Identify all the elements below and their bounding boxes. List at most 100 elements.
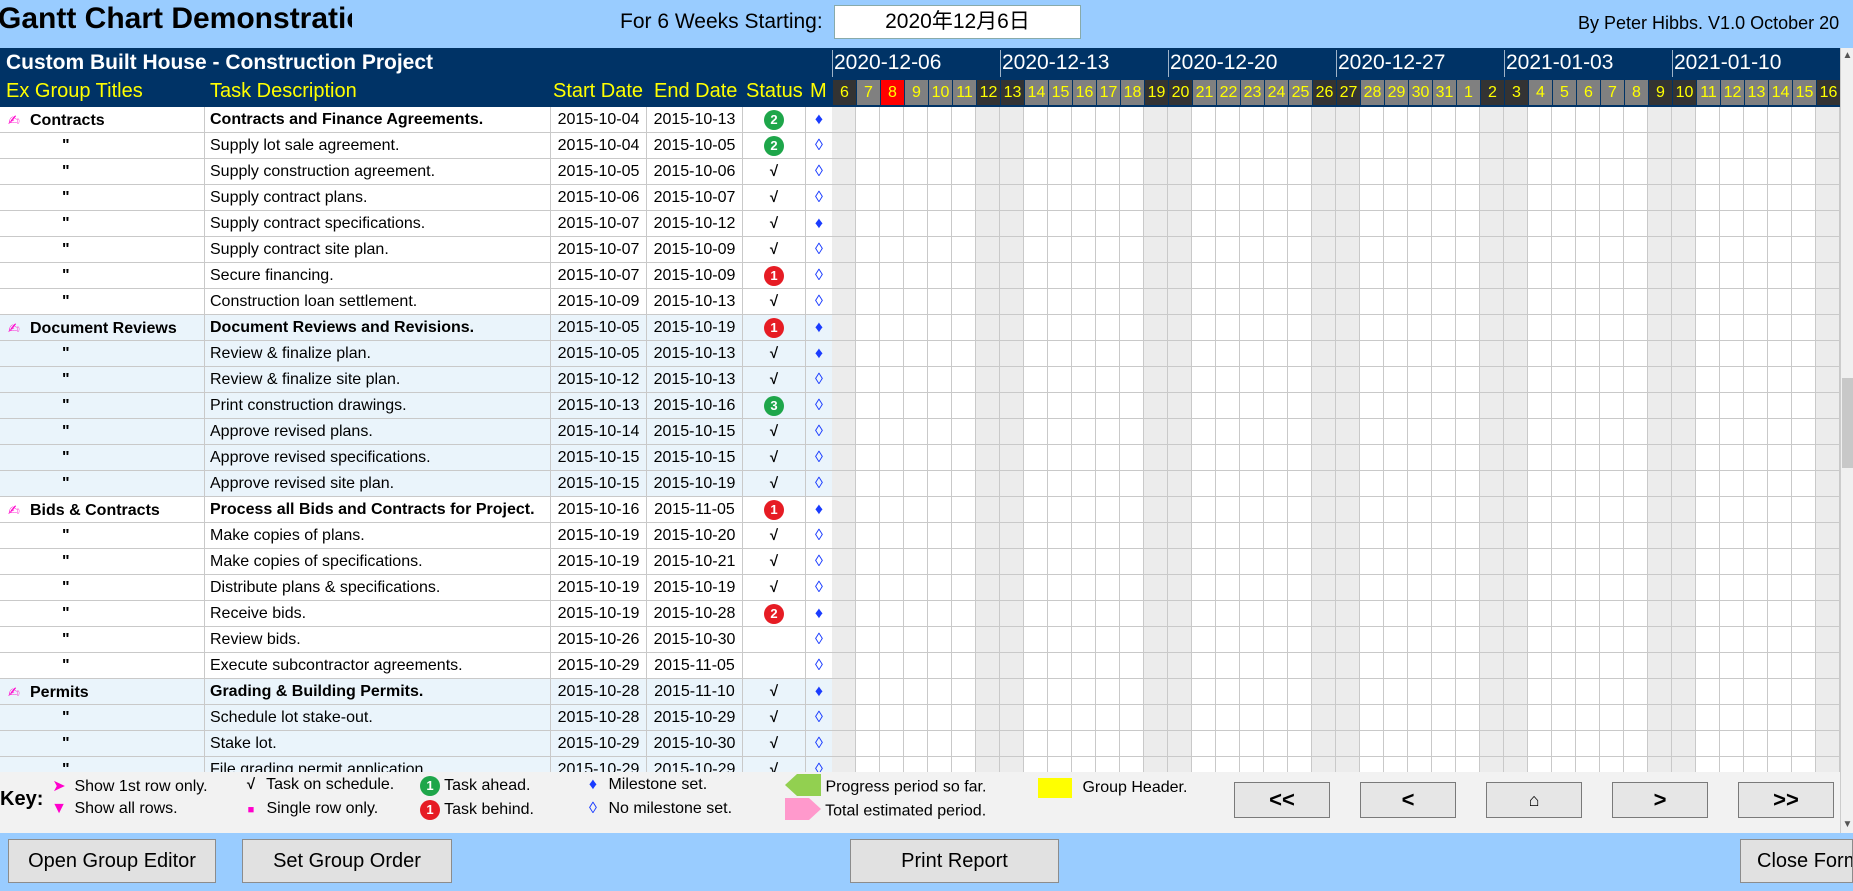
day-cell[interactable]: 17	[1097, 80, 1120, 105]
task-start-date-cell[interactable]: 2015-10-14	[551, 419, 647, 445]
first-page-button[interactable]: <<	[1234, 782, 1330, 818]
next-page-button[interactable]: >	[1612, 782, 1708, 818]
task-row[interactable]: ✍ Permits Grading & Building Permits. 2015-…	[0, 679, 832, 705]
task-description-cell[interactable]: Approve revised specifications.	[205, 445, 551, 471]
task-row[interactable]: " Approve revised site plan. 2015-10-15 201…	[0, 471, 832, 497]
task-start-date-cell[interactable]: 2015-10-29	[551, 757, 647, 772]
task-start-date-cell[interactable]: 2015-10-04	[551, 107, 647, 133]
task-status-cell[interactable]: √	[743, 757, 806, 772]
task-row[interactable]: " Approve revised plans. 2015-10-14 2015-10…	[0, 419, 832, 445]
task-row[interactable]: ✍ Document Reviews Document Reviews and Re…	[0, 315, 832, 341]
task-start-date-cell[interactable]: 2015-10-05	[551, 315, 647, 341]
task-group-cell[interactable]: "	[0, 289, 205, 315]
task-status-cell[interactable]: √	[743, 731, 806, 757]
task-end-date-cell[interactable]: 2015-10-29	[647, 705, 743, 731]
task-group-cell[interactable]: "	[0, 757, 205, 772]
task-description-cell[interactable]: Grading & Building Permits.	[205, 679, 551, 705]
day-cell[interactable]: 10	[1673, 80, 1696, 105]
milestone-outline-icon[interactable]: ◊	[806, 757, 832, 772]
day-cell[interactable]: 9	[1649, 80, 1672, 105]
task-status-cell[interactable]: √	[743, 523, 806, 549]
task-row[interactable]: " Supply contract specifications. 2015-10-…	[0, 211, 832, 237]
column-header-start-date[interactable]: Start Date	[553, 80, 643, 103]
day-cell[interactable]: 14	[1769, 80, 1792, 105]
task-group-cell[interactable]: "	[0, 211, 205, 237]
day-cell[interactable]: 29	[1385, 80, 1408, 105]
day-cell[interactable]: 18	[1121, 80, 1144, 105]
task-end-date-cell[interactable]: 2015-11-05	[647, 497, 743, 523]
task-end-date-cell[interactable]: 2015-10-15	[647, 445, 743, 471]
milestone-outline-icon[interactable]: ◊	[806, 627, 832, 653]
task-end-date-cell[interactable]: 2015-10-13	[647, 289, 743, 315]
task-description-cell[interactable]: Supply construction agreement.	[205, 159, 551, 185]
task-status-cell[interactable]	[743, 653, 806, 679]
task-description-cell[interactable]: File grading permit application.	[205, 757, 551, 772]
task-row[interactable]: " Supply contract plans. 2015-10-06 2015-10…	[0, 185, 832, 211]
task-group-cell[interactable]: "	[0, 523, 205, 549]
home-button[interactable]: ⌂	[1486, 782, 1582, 818]
expand-group-icon[interactable]: ✍	[8, 315, 30, 341]
day-cell[interactable]: 22	[1217, 80, 1240, 105]
task-end-date-cell[interactable]: 2015-10-05	[647, 133, 743, 159]
task-row[interactable]: " File grading permit application. 2015-10…	[0, 757, 832, 772]
milestone-filled-icon[interactable]: ♦	[806, 107, 832, 133]
column-header-status[interactable]: Status	[746, 80, 803, 103]
task-description-cell[interactable]: Schedule lot stake-out.	[205, 705, 551, 731]
task-status-cell[interactable]: 2	[743, 107, 806, 133]
task-description-cell[interactable]: Print construction drawings.	[205, 393, 551, 419]
day-cell[interactable]: 7	[1601, 80, 1624, 105]
task-group-cell[interactable]: "	[0, 237, 205, 263]
day-cell[interactable]: 2	[1481, 80, 1504, 105]
task-end-date-cell[interactable]: 2015-10-13	[647, 107, 743, 133]
task-status-cell[interactable]: √	[743, 705, 806, 731]
scroll-up-arrow-icon[interactable]: ▲	[1841, 48, 1853, 64]
task-start-date-cell[interactable]: 2015-10-28	[551, 705, 647, 731]
milestone-filled-icon[interactable]: ♦	[806, 601, 832, 627]
task-status-cell[interactable]: 1	[743, 315, 806, 341]
day-cell[interactable]: 12	[977, 80, 1000, 105]
scrollbar-thumb[interactable]	[1842, 378, 1853, 468]
day-cell[interactable]: 30	[1409, 80, 1432, 105]
gantt-grid[interactable]	[832, 107, 1840, 772]
day-cell[interactable]: 14	[1025, 80, 1048, 105]
milestone-outline-icon[interactable]: ◊	[806, 731, 832, 757]
task-status-cell[interactable]: √	[743, 211, 806, 237]
task-end-date-cell[interactable]: 2015-10-30	[647, 731, 743, 757]
task-end-date-cell[interactable]: 2015-10-30	[647, 627, 743, 653]
task-end-date-cell[interactable]: 2015-10-13	[647, 341, 743, 367]
task-end-date-cell[interactable]: 2015-10-19	[647, 575, 743, 601]
day-cell[interactable]: 16	[1073, 80, 1096, 105]
task-description-cell[interactable]: Review & finalize site plan.	[205, 367, 551, 393]
task-end-date-cell[interactable]: 2015-10-28	[647, 601, 743, 627]
task-start-date-cell[interactable]: 2015-10-19	[551, 523, 647, 549]
task-description-cell[interactable]: Supply contract site plan.	[205, 237, 551, 263]
task-status-cell[interactable]: √	[743, 367, 806, 393]
task-row[interactable]: " Review & finalize plan. 2015-10-05 2015-1…	[0, 341, 832, 367]
task-start-date-cell[interactable]: 2015-10-15	[551, 445, 647, 471]
day-cell[interactable]: 13	[1001, 80, 1024, 105]
column-header-end-date[interactable]: End Date	[654, 80, 737, 103]
day-cell[interactable]: 8	[881, 80, 904, 105]
day-cell[interactable]: 19	[1145, 80, 1168, 105]
open-group-editor-button[interactable]: Open Group Editor	[8, 839, 216, 883]
task-description-cell[interactable]: Approve revised plans.	[205, 419, 551, 445]
task-group-cell[interactable]: "	[0, 705, 205, 731]
day-cell[interactable]: 27	[1337, 80, 1360, 105]
task-start-date-cell[interactable]: 2015-10-05	[551, 159, 647, 185]
task-end-date-cell[interactable]: 2015-10-12	[647, 211, 743, 237]
task-start-date-cell[interactable]: 2015-10-06	[551, 185, 647, 211]
task-end-date-cell[interactable]: 2015-11-10	[647, 679, 743, 705]
task-group-cell[interactable]: ✍ Document Reviews	[0, 315, 205, 341]
day-cell[interactable]: 6	[833, 80, 856, 105]
task-status-cell[interactable]: 2	[743, 601, 806, 627]
task-start-date-cell[interactable]: 2015-10-16	[551, 497, 647, 523]
task-start-date-cell[interactable]: 2015-10-07	[551, 263, 647, 289]
task-group-cell[interactable]: ✍ Bids & Contracts	[0, 497, 205, 523]
task-row[interactable]: " Execute subcontractor agreements. 2015-1…	[0, 653, 832, 679]
task-description-cell[interactable]: Supply contract specifications.	[205, 211, 551, 237]
task-status-cell[interactable]: √	[743, 289, 806, 315]
milestone-outline-icon[interactable]: ◊	[806, 393, 832, 419]
task-group-cell[interactable]: "	[0, 601, 205, 627]
day-cell[interactable]: 7	[857, 80, 880, 105]
task-description-cell[interactable]: Receive bids.	[205, 601, 551, 627]
